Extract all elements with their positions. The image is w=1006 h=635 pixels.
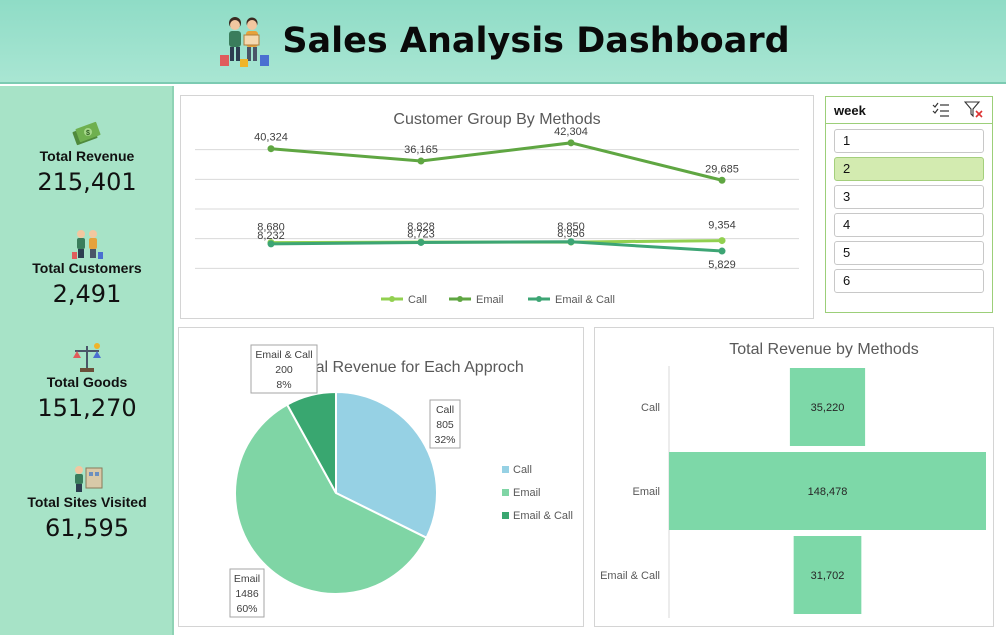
kpi-label: Total Revenue <box>39 148 135 164</box>
legend-item-call: Call <box>502 464 532 476</box>
revenue-methods-bar-chart: Total Revenue by Methods 35,220 Call 148,47… <box>600 341 986 618</box>
scale-goods-icon <box>73 343 101 372</box>
line-data-label: 29,685 <box>705 163 739 175</box>
svg-text:$: $ <box>86 130 90 137</box>
dashboard-header: Sales Analysis Dashboard <box>0 0 1006 84</box>
pie-callout-percent: 32% <box>434 434 455 446</box>
pie-data-callout: Call 805 32% <box>429 399 461 449</box>
line-data-label: 9,354 <box>708 220 736 232</box>
legend-label: Call <box>513 464 532 476</box>
line-data-label: 8,723 <box>407 228 435 240</box>
bar-category-label: Email <box>632 486 660 498</box>
salespeople-icon <box>220 17 270 67</box>
pie-callout-category: Email & Call <box>255 349 312 361</box>
line-point <box>718 237 726 245</box>
pie-callout-percent: 60% <box>236 603 257 615</box>
kpi-value: 2,491 <box>52 280 122 308</box>
kpi-total-revenue: $ Total Revenue 215,401 <box>0 116 174 196</box>
line-data-label: 42,304 <box>554 126 588 138</box>
kpi-value: 61,595 <box>45 514 129 542</box>
slicer-option-week-3[interactable]: 3 <box>834 185 984 209</box>
legend-swatch <box>502 466 509 473</box>
legend-label: Call <box>408 294 427 306</box>
kpi-label: Total Sites Visited <box>27 494 147 510</box>
week-slicer: week 1 2 3 4 5 6 <box>825 96 993 313</box>
pie-callout-category: Email <box>234 573 260 585</box>
pie-chart-panel: Total Revenue for Each Approch Call 805 32%… <box>178 327 584 627</box>
line-point <box>567 139 575 147</box>
kpi-label: Total Customers <box>32 260 142 276</box>
bar-chart-title: Total Revenue by Methods <box>729 341 918 358</box>
legend-label: Email <box>476 294 504 306</box>
pie-callout-value: 1486 <box>235 588 259 600</box>
kpi-label: Total Goods <box>46 374 128 390</box>
legend-item-email-call: Email & Call <box>502 510 573 522</box>
kpi-value: 215,401 <box>37 168 137 196</box>
legend-item-call: Call <box>381 294 427 306</box>
line-series-email <box>270 141 723 182</box>
kpi-sidebar: $ Total Revenue 215,401 Total Customers … <box>0 86 174 635</box>
slicer-option-week-1[interactable]: 1 <box>834 129 984 153</box>
slicer-option-week-5[interactable]: 5 <box>834 241 984 265</box>
pie-chart-title: Total Revenue for Each Approch <box>294 359 523 376</box>
site-visit-icon <box>75 466 103 492</box>
pie-data-callout: Email 1486 60% <box>229 568 265 618</box>
slicer-title: week <box>834 103 866 118</box>
kpi-value: 151,270 <box>37 394 137 422</box>
legend-swatch <box>502 512 509 519</box>
bar-data-label: 148,478 <box>808 486 848 498</box>
line-data-label: 5,829 <box>708 259 736 271</box>
line-series-email-call <box>270 240 723 253</box>
customer-group-line-chart: Customer Group By Methods8,680 8,828 8,850… <box>195 111 799 306</box>
legend-item-email-call: Email & Call <box>528 294 615 306</box>
legend-marker <box>389 296 395 302</box>
kpi-total-sites-visited: Total Sites Visited 61,595 <box>0 462 174 542</box>
legend-item-email: Email <box>449 294 504 306</box>
slicer-option-week-6[interactable]: 6 <box>834 269 984 293</box>
bar-category-label: Call <box>641 402 660 414</box>
header-title-row: Sales Analysis Dashboard <box>0 0 1006 82</box>
slicer-divider <box>826 123 992 124</box>
legend-label: Email & Call <box>555 294 615 306</box>
multi-select-icon[interactable] <box>932 102 950 118</box>
line-point <box>718 176 726 184</box>
revenue-approach-pie-chart: Total Revenue for Each Approch Call 805 32%… <box>229 344 573 618</box>
line-point <box>417 157 425 165</box>
bar-data-label: 31,702 <box>811 570 845 582</box>
pie-callout-category: Call <box>436 404 454 416</box>
money-stack-icon: $ <box>72 121 101 146</box>
legend-swatch <box>502 489 509 496</box>
pie-callout-value: 805 <box>436 419 454 431</box>
legend-marker <box>536 296 542 302</box>
bar-chart-panel: Total Revenue by Methods 35,220 Call 148,47… <box>594 327 994 627</box>
line-point <box>267 145 275 153</box>
line-data-label: 8,956 <box>557 228 585 240</box>
slicer-option-week-4[interactable]: 4 <box>834 213 984 237</box>
bar-category-label: Email & Call <box>600 570 660 582</box>
legend-item-email: Email <box>502 487 541 499</box>
customers-icon <box>72 230 103 259</box>
line-chart-panel: Customer Group By Methods 8,680 8,828 8,850… <box>180 95 814 319</box>
legend-marker <box>457 296 463 302</box>
kpi-total-goods: Total Goods 151,270 <box>0 342 174 422</box>
kpi-total-customers: Total Customers 2,491 <box>0 228 174 308</box>
legend-label: Email & Call <box>513 510 573 522</box>
dashboard-main: Customer Group By Methods 8,680 8,828 8,850… <box>174 86 1006 635</box>
bar-data-label: 35,220 <box>811 402 845 414</box>
clear-filter-icon[interactable] <box>964 101 984 119</box>
line-data-label: 40,324 <box>254 132 288 144</box>
legend-label: Email <box>513 487 541 499</box>
page-title: Sales Analysis Dashboard <box>282 21 790 61</box>
pie-callout-percent: 8% <box>276 379 291 391</box>
pie-callout-value: 200 <box>275 364 293 376</box>
slicer-option-week-2[interactable]: 2 <box>834 157 984 181</box>
pie-data-callout: Email & Call 200 8% <box>250 344 318 394</box>
line-data-label: 36,165 <box>404 144 438 156</box>
line-point <box>718 247 726 255</box>
line-data-label: 8,232 <box>257 230 285 242</box>
